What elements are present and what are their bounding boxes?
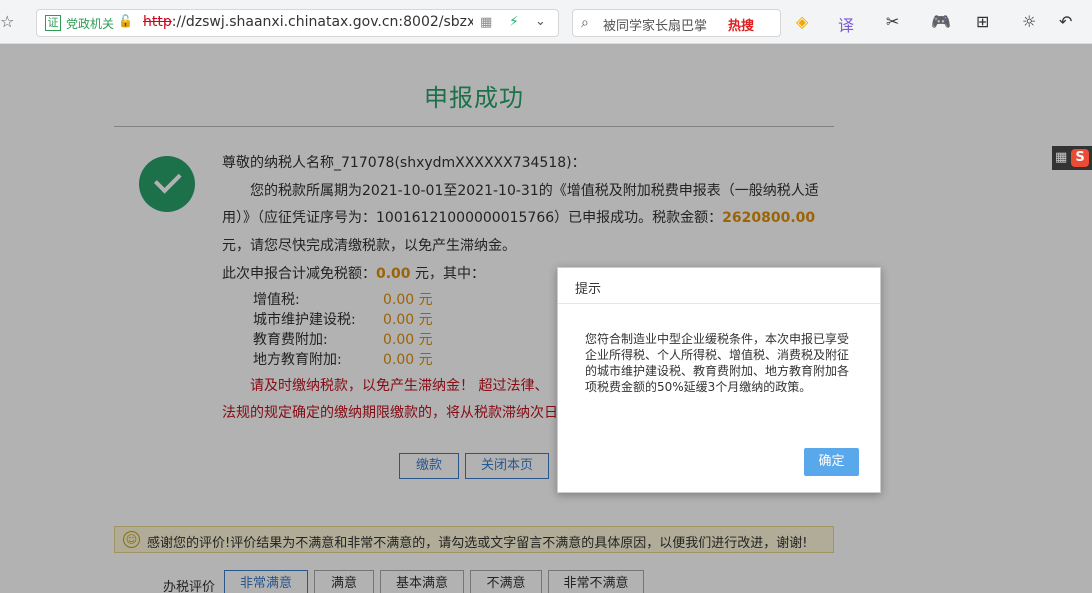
url-scheme: http [143,14,172,30]
game-icon[interactable]: 🎮 [931,12,951,31]
insecure-icon: 🔓 [118,14,133,28]
search-input[interactable]: 被同学家长扇巴掌 [603,15,707,34]
scissors-icon[interactable]: ✂ [886,12,899,31]
search-box[interactable]: ⌕ 被同学家长扇巴掌 热搜 [572,9,781,37]
sogou-input-widget[interactable]: ▦ S [1052,146,1092,170]
gov-badge-icon: 证 [45,15,61,31]
dialog-header: 提示 [558,268,880,304]
bolt-icon[interactable]: ⚡ [509,14,519,30]
url-text[interactable]: http://dzswj.shaanxi.chinatax.gov.cn:800… [143,14,473,30]
modal-overlay [0,44,1092,593]
notice-dialog: 提示 您符合制造业中型企业缓税条件，本次申报已享受企业所得税、个人所得税、增值税… [557,267,881,493]
gov-label: 党政机关 [66,17,115,31]
dialog-message: 您符合制造业中型企业缓税条件，本次申报已享受企业所得税、个人所得税、增值税、消费… [585,332,850,394]
url-rest: ://dzswj.shaanxi.chinatax.gov.cn:8002/sb… [171,14,473,30]
chevron-down-icon[interactable]: ⌄ [535,14,546,29]
dialog-title: 提示 [575,282,602,297]
browser-toolbar: ☆ 证 党政机关 🔓 http://dzswj.shaanxi.chinatax… [0,0,1092,44]
brightness-icon[interactable]: ☼ [1022,12,1036,31]
shield-icon[interactable]: ◈ [796,12,808,31]
address-bar[interactable]: 证 党政机关 🔓 http://dzswj.shaanxi.chinatax.g… [36,9,559,37]
confirm-button[interactable]: 确定 [804,448,859,476]
hot-search-label[interactable]: 热搜 [728,15,754,34]
favorite-star-icon[interactable]: ☆ [0,12,14,31]
translate-icon[interactable]: 译 [838,12,854,36]
keyboard-grid-icon: ▦ [1055,150,1068,165]
search-icon: ⌕ [581,15,589,31]
undo-icon[interactable]: ↶ [1059,12,1072,31]
sogou-logo-icon: S [1071,149,1089,167]
apps-grid-icon[interactable]: ⊞ [976,12,989,31]
qr-icon[interactable]: ▦ [480,15,492,30]
